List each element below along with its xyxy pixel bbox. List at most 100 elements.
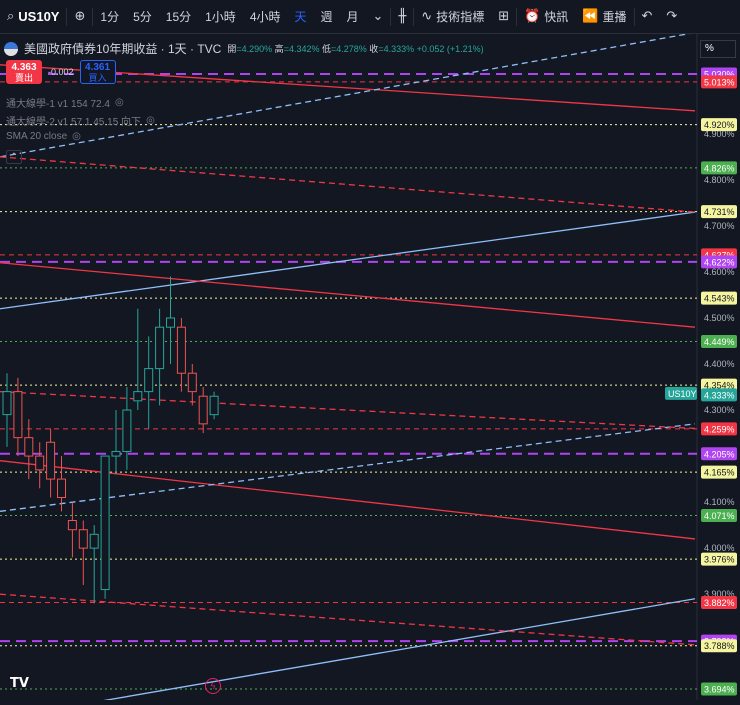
eye-off-icon[interactable]: ◎ — [72, 131, 81, 142]
sell-button[interactable]: 4.363 賣出 — [6, 60, 42, 84]
level-tag-label: 5.013% — [704, 77, 735, 87]
replay-button[interactable]: ⏪ 重播 — [575, 0, 633, 34]
indicator-name: SMA 20 close — [6, 131, 68, 142]
axis-tick-label: 4.800% — [704, 175, 735, 185]
candle-body — [67, 520, 77, 531]
change-value: +0.052 (+1.21%) — [416, 44, 484, 54]
candle-body — [2, 391, 12, 416]
candle-body — [144, 368, 154, 393]
symbol-search[interactable]: ⌕ US10Y — [0, 0, 66, 34]
interval-4[interactable]: 4小時 — [243, 0, 288, 34]
candle-body — [198, 395, 208, 425]
candle-body — [209, 395, 219, 416]
eye-off-icon[interactable]: ◎ — [146, 115, 155, 126]
high-value: =4.342% — [283, 44, 320, 54]
level-tag-label: 4.826% — [704, 163, 735, 173]
indicator-name: 通大線學-1 v1 154 72.4 — [6, 99, 110, 110]
interval-3[interactable]: 1小時 — [198, 0, 243, 34]
interval-5[interactable]: 天 — [288, 0, 314, 34]
plus-circle-icon: ⊕ — [74, 9, 86, 24]
spread-value: -0.002 — [48, 67, 74, 77]
candle — [100, 455, 110, 599]
interval-1[interactable]: 5分 — [126, 0, 159, 34]
interval-7[interactable]: 月 — [340, 0, 366, 34]
level-tag-label: 4.165% — [704, 468, 735, 478]
level-tag-label: 4.731% — [704, 207, 735, 217]
interval-list: 1分 5分 15分 1小時 4小時天週月 — [93, 0, 365, 34]
interval-6[interactable]: 週 — [314, 0, 340, 34]
candle-body — [13, 391, 23, 439]
search-icon: ⌕ — [7, 9, 15, 24]
indicator-row-1[interactable]: 通大線學-1 v1 154 72.4 ◎ — [6, 95, 124, 110]
collapse-legend-button[interactable]: ⌃ — [6, 150, 22, 164]
candle — [209, 391, 219, 420]
axis-tick-label: 4.700% — [704, 221, 735, 231]
candle-body — [155, 326, 165, 370]
buy-price: 4.361 — [85, 62, 111, 73]
level-tag-label: 4.205% — [704, 449, 735, 459]
candle-body — [89, 533, 99, 549]
level-tag-label: 3.976% — [704, 555, 735, 565]
us-flag-icon — [4, 41, 18, 56]
level-tag-label: 4.071% — [704, 511, 735, 521]
candle-body — [176, 326, 186, 374]
scale-mode-button[interactable]: % — [700, 40, 736, 58]
chart-background — [0, 34, 740, 700]
interval-0[interactable]: 1分 — [93, 0, 126, 34]
level-tag-label: 4.259% — [704, 424, 735, 434]
symbol-tag-label: US10Y — [668, 389, 697, 399]
indicator-name: 通大線學-2 v1 57.1 45.15 向下 — [6, 117, 142, 128]
candle-body — [133, 391, 143, 402]
alerts-label: 快訊 — [544, 10, 569, 24]
indicator-row-2[interactable]: 通大線學-2 v1 57.1 45.15 向下 ◎ — [6, 113, 155, 128]
price-chart[interactable]: 4.900%4.800%4.700%4.600%4.500%4.400%4.30… — [0, 31, 740, 705]
sell-price: 4.363 — [11, 62, 37, 73]
axis-tick-label: 4.000% — [704, 543, 735, 553]
undo-icon: ↶ — [641, 9, 653, 24]
redo-button[interactable]: ↷ — [659, 0, 684, 34]
chevron-down-icon: ⌄ — [372, 9, 384, 24]
symbol-label: US10Y — [18, 9, 60, 24]
tradingview-logo[interactable]: TV — [10, 676, 29, 691]
trade-panel: 4.363 賣出 -0.002 4.361 買入 — [6, 60, 116, 84]
indicator-row-3[interactable]: SMA 20 close ◎ — [6, 131, 81, 142]
indicators-button[interactable]: ∿ 技術指標 — [414, 0, 491, 34]
layouts-button[interactable]: ⊞ — [491, 0, 516, 34]
chart-area[interactable]: 4.900% 4.800% 4.700% 4.600% 4.500% 4.400% 4.30… — [0, 31, 740, 705]
buy-button[interactable]: 4.361 買入 — [79, 60, 116, 84]
level-tag-label: 4.449% — [704, 337, 735, 347]
indicators-label: 技術指標 — [436, 10, 485, 24]
candle-body — [24, 437, 34, 457]
eye-off-icon[interactable]: ◎ — [115, 97, 124, 108]
legend-title: 美國政府債券10年期收益 · 1天 · TVC — [24, 42, 222, 56]
close-value: =4.333% — [378, 44, 415, 54]
low-label: 低 — [321, 44, 331, 54]
candle-body — [111, 450, 121, 457]
sell-label: 賣出 — [14, 73, 33, 83]
candle-body — [122, 409, 132, 452]
replay-label: 重播 — [602, 10, 627, 24]
undo-button[interactable]: ↶ — [635, 0, 660, 34]
interval-2[interactable]: 15分 — [159, 0, 198, 34]
add-symbol-button[interactable]: ⊕ — [67, 0, 92, 34]
legend-ohlc: 開=4.290% 高=4.342% 低=4.278% 收=4.333% +0.0… — [227, 42, 483, 55]
chart-type-button[interactable]: ╫ — [391, 0, 413, 34]
candle-body — [78, 529, 88, 549]
candle-body — [35, 455, 45, 471]
level-tag-label: 4.622% — [704, 257, 735, 267]
axis-tick-label: 4.600% — [704, 267, 735, 277]
lightning-icon[interactable]: ϟ — [205, 678, 221, 694]
candle-body — [166, 317, 175, 328]
open-value: =4.290% — [236, 44, 273, 54]
indicators-icon: ∿ — [421, 9, 433, 24]
axis-tick-label: 4.400% — [704, 359, 735, 369]
alerts-button[interactable]: ⏰ 快訊 — [517, 0, 575, 34]
candle-body — [46, 441, 56, 480]
top-toolbar: ⌕ US10Y ⊕ 1分 5分 15分 1小時 4小時天週月 ⌄ ╫ ∿ 技術指標 ⊞ ⏰ 快… — [0, 0, 740, 34]
interval-dropdown[interactable]: ⌄ — [366, 0, 391, 34]
level-tag-label: 3.694% — [704, 685, 735, 695]
candle-body — [187, 372, 197, 393]
buy-label: 買入 — [88, 73, 107, 83]
rewind-icon: ⏪ — [582, 9, 599, 24]
level-tag-label: 4.543% — [704, 294, 735, 304]
